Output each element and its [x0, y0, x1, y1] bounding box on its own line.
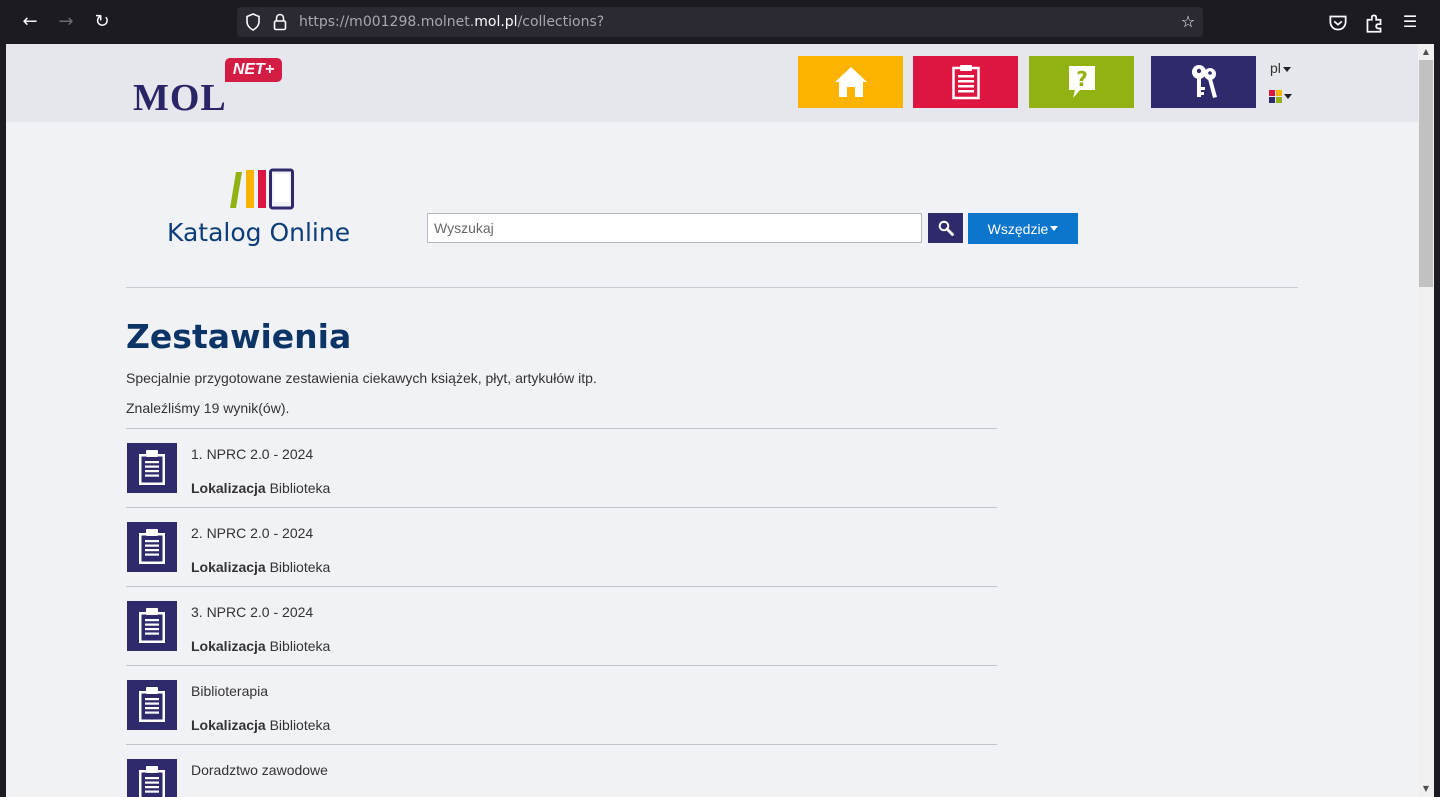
location-value: Biblioteka	[269, 717, 331, 733]
page-viewport: MOL NET+ ? pl Katalog Online Wyszukaj Ws…	[6, 44, 1434, 797]
result-location: Lokalizacja Biblioteka	[191, 638, 330, 654]
address-bar[interactable]: https://m001298.molnet.mol.pl/collection…	[237, 7, 1203, 37]
list-item[interactable]: 2. NPRC 2.0 - 2024 Lokalizacja Biblioteka	[126, 507, 997, 586]
location-label: Lokalizacja	[191, 638, 266, 654]
pocket-icon[interactable]	[1326, 11, 1350, 35]
question-icon: ?	[1068, 66, 1095, 98]
scroll-down-icon[interactable]: ▼	[1418, 781, 1434, 797]
search-scope-label: Wszędzie	[987, 220, 1049, 237]
site-header: MOL NET+ ? pl	[6, 44, 1418, 122]
search-icon	[938, 220, 954, 236]
scrollbar[interactable]: ▲ ▼	[1418, 44, 1434, 797]
scroll-up-icon[interactable]: ▲	[1418, 44, 1434, 60]
list-item[interactable]: Biblioterapia Lokalizacja Biblioteka	[126, 665, 997, 744]
location-value: Biblioteka	[269, 480, 331, 496]
shield-icon[interactable]	[245, 13, 261, 31]
location-value: Biblioteka	[269, 559, 331, 575]
home-button[interactable]	[798, 56, 903, 108]
result-title[interactable]: 1. NPRC 2.0 - 2024	[191, 446, 313, 462]
result-location: Lokalizacja Biblioteka	[191, 717, 330, 733]
keys-icon	[1191, 65, 1217, 98]
list-item[interactable]: 3. NPRC 2.0 - 2024 Lokalizacja Biblioteka	[126, 586, 997, 665]
menu-icon[interactable]: ☰	[1398, 10, 1422, 34]
result-location: Lokalizacja Biblioteka	[191, 559, 330, 575]
page-description: Specjalnie przygotowane zestawienia ciek…	[126, 370, 597, 386]
search-input[interactable]	[427, 213, 922, 243]
search-button[interactable]	[928, 213, 963, 243]
katalog-books-icon	[230, 168, 294, 210]
katalog-title: Katalog Online	[167, 218, 351, 247]
results-list: 1. NPRC 2.0 - 2024 Lokalizacja Biblioteka…	[126, 428, 997, 797]
list-item[interactable]: Doradztwo zawodoweLokalizacja Biblioteka	[126, 744, 997, 797]
result-title[interactable]: Biblioterapia	[191, 683, 268, 699]
browser-toolbar: ← → ↻ https://m001298.molnet.mol.pl/coll…	[0, 0, 1440, 44]
divider	[126, 287, 1298, 288]
url-text[interactable]: https://m001298.molnet.mol.pl/collection…	[299, 14, 604, 30]
theme-selector[interactable]	[1269, 90, 1293, 104]
extensions-icon[interactable]	[1362, 11, 1386, 35]
clipboard-icon[interactable]	[127, 601, 177, 651]
scrollbar-thumb[interactable]	[1419, 60, 1433, 287]
result-location: Lokalizacja Biblioteka	[191, 480, 330, 496]
clipboard-icon[interactable]	[127, 759, 177, 797]
collections-button[interactable]	[913, 56, 1018, 108]
result-title[interactable]: Doradztwo zawodowe	[191, 762, 328, 778]
location-label: Lokalizacja	[191, 559, 266, 575]
page-title: Zestawienia	[126, 317, 352, 356]
help-button[interactable]: ?	[1029, 56, 1134, 108]
mol-logo[interactable]: MOL NET+	[133, 58, 283, 119]
location-value: Biblioteka	[269, 638, 331, 654]
logo-badge: NET+	[225, 58, 282, 82]
login-button[interactable]	[1151, 56, 1256, 108]
reload-button[interactable]: ↻	[90, 10, 114, 34]
clipboard-icon[interactable]	[127, 680, 177, 730]
logo-text: MOL	[133, 77, 227, 119]
clipboard-icon[interactable]	[127, 522, 177, 572]
search-scope-dropdown[interactable]: Wszędzie	[968, 213, 1078, 244]
result-title[interactable]: 2. NPRC 2.0 - 2024	[191, 525, 313, 541]
language-selector[interactable]: pl	[1270, 60, 1291, 76]
lock-icon[interactable]	[273, 13, 287, 31]
result-count: Znaleźliśmy 19 wynik(ów).	[126, 400, 290, 416]
clipboard-icon	[951, 65, 980, 100]
forward-button[interactable]: →	[54, 10, 78, 34]
chevron-down-icon	[1050, 226, 1059, 231]
back-button[interactable]: ←	[18, 10, 42, 34]
clipboard-icon[interactable]	[127, 443, 177, 493]
result-title[interactable]: 3. NPRC 2.0 - 2024	[191, 604, 313, 620]
svg-text:?: ?	[1076, 67, 1088, 91]
bookmark-star-icon[interactable]: ☆	[1176, 10, 1200, 34]
home-icon	[834, 67, 867, 97]
location-label: Lokalizacja	[191, 717, 266, 733]
location-label: Lokalizacja	[191, 480, 266, 496]
list-item[interactable]: 1. NPRC 2.0 - 2024 Lokalizacja Biblioteka	[126, 428, 997, 507]
